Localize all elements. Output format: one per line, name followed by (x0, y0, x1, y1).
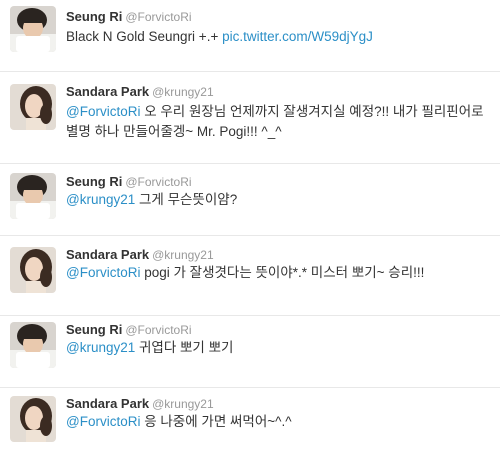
seungri-avatar[interactable] (10, 173, 56, 219)
tweet-text: @ForvictoRi 오 우리 원장님 언제까지 잘생겨지실 예정?!! 내가… (66, 102, 486, 142)
sandara-avatar[interactable] (10, 396, 56, 442)
tweet-header: Seung Ri @ForvictoRi (66, 174, 192, 190)
author-handle[interactable]: @ForvictoRi (125, 10, 191, 24)
mention-link[interactable]: @ForvictoRi (66, 104, 140, 119)
author-name[interactable]: Sandara Park (66, 84, 149, 99)
tweet-text: @ForvictoRi 응 나중에 가면 써먹어~^.^ (66, 412, 486, 432)
tweet-timeline: Seung Ri @ForvictoRi Black N Gold Seungri… (0, 0, 500, 465)
mention-link[interactable]: @krungy21 (66, 340, 135, 355)
tweet-body: 응 나중에 가면 써먹어~^.^ (140, 414, 292, 429)
tweet-header: Seung Ri @ForvictoRi (66, 322, 192, 338)
seungri-avatar[interactable] (10, 6, 56, 52)
tweet-item[interactable]: Seung Ri @ForvictoRi @krungy21 귀엽다 뽀기 뽀기 (0, 316, 500, 388)
sandara-avatar[interactable] (10, 247, 56, 293)
tweet-item[interactable]: Seung Ri @ForvictoRi Black N Gold Seungri… (0, 0, 500, 72)
author-name[interactable]: Sandara Park (66, 396, 149, 411)
tweet-text: Black N Gold Seungri +.+ pic.twitter.com… (66, 27, 486, 47)
tweet-body: Black N Gold Seungri +.+ (66, 29, 223, 44)
tweet-text: @ForvictoRi pogi 가 잘생겻다는 뜻이야*.* 미스터 뽀기~ … (66, 263, 486, 283)
author-name[interactable]: Seung Ri (66, 9, 122, 24)
seungri-avatar[interactable] (10, 322, 56, 368)
tweet-body: pogi 가 잘생겻다는 뜻이야*.* 미스터 뽀기~ 승리!!! (140, 265, 425, 280)
tweet-header: Sandara Park @krungy21 (66, 247, 214, 263)
tweet-item[interactable]: Seung Ri @ForvictoRi @krungy21 그게 무슨뜻이얌? (0, 164, 500, 236)
tweet-item[interactable]: Sandara Park @krungy21 @ForvictoRi pogi 가… (0, 236, 500, 316)
pic-link[interactable]: pic.twitter.com/W59djYgJ (222, 29, 373, 44)
author-handle[interactable]: @ForvictoRi (125, 175, 191, 189)
tweet-item[interactable]: Sandara Park @krungy21 @ForvictoRi 응 나중에 … (0, 388, 500, 465)
author-name[interactable]: Sandara Park (66, 247, 149, 262)
tweet-item[interactable]: Sandara Park @krungy21 @ForvictoRi 오 우리 원… (0, 72, 500, 164)
author-handle[interactable]: @krungy21 (152, 248, 214, 262)
mention-link[interactable]: @krungy21 (66, 192, 135, 207)
tweet-text: @krungy21 그게 무슨뜻이얌? (66, 190, 486, 210)
author-handle[interactable]: @krungy21 (152, 397, 214, 411)
author-name[interactable]: Seung Ri (66, 322, 122, 337)
tweet-body: 귀엽다 뽀기 뽀기 (135, 340, 234, 355)
author-handle[interactable]: @krungy21 (152, 85, 214, 99)
mention-link[interactable]: @ForvictoRi (66, 265, 140, 280)
tweet-text: @krungy21 귀엽다 뽀기 뽀기 (66, 338, 486, 358)
author-handle[interactable]: @ForvictoRi (125, 323, 191, 337)
sandara-avatar[interactable] (10, 84, 56, 130)
mention-link[interactable]: @ForvictoRi (66, 414, 140, 429)
tweet-header: Seung Ri @ForvictoRi (66, 9, 192, 25)
tweet-header: Sandara Park @krungy21 (66, 396, 214, 412)
tweet-body: 그게 무슨뜻이얌? (135, 192, 238, 207)
author-name[interactable]: Seung Ri (66, 174, 122, 189)
tweet-header: Sandara Park @krungy21 (66, 84, 214, 100)
